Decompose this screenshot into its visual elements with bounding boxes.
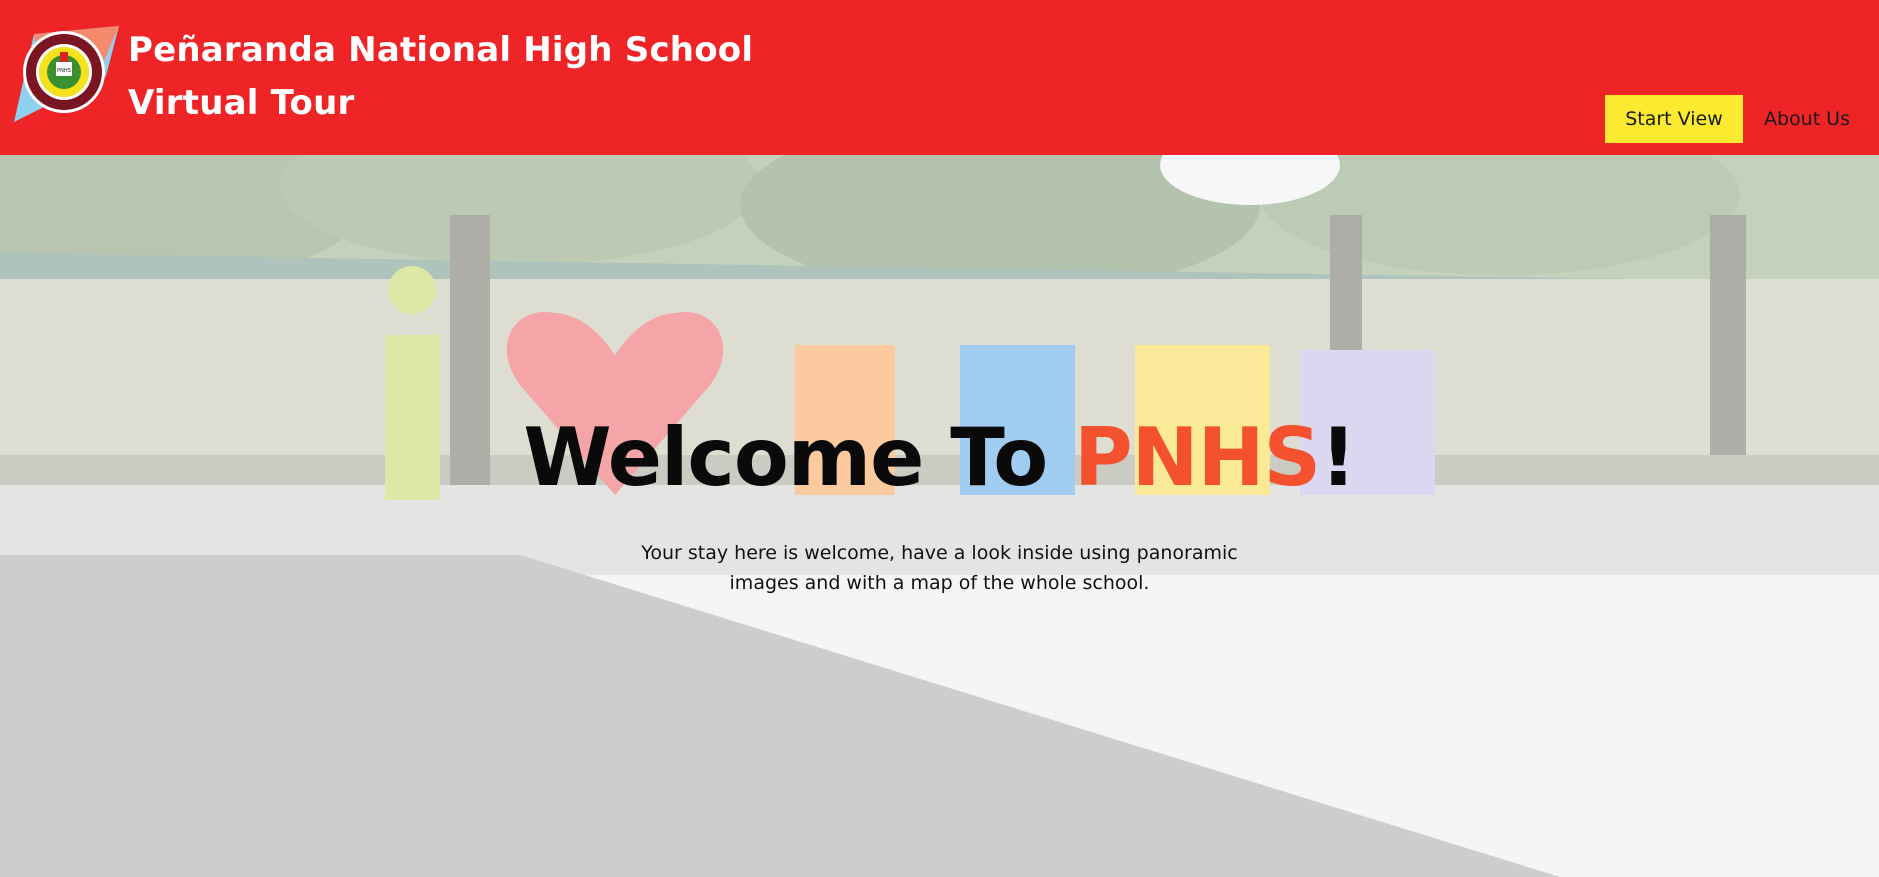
welcome-accent: PNHS [1074, 411, 1321, 504]
site-title: Peñaranda National High School Virtual T… [128, 24, 753, 130]
welcome-heading: Welcome To PNHS! [0, 410, 1879, 506]
subtitle-line2: images and with a map of the whole schoo… [729, 572, 1150, 594]
hero-overlay [0, 155, 1879, 877]
subtitle-line1: Your stay here is welcome, have a look i… [641, 542, 1238, 564]
welcome-prefix: Welcome To [523, 411, 1075, 504]
about-us-link[interactable]: About Us [1743, 95, 1879, 143]
site-header: PNHS Peñaranda National High School Virt… [0, 0, 1879, 155]
welcome-suffix: ! [1320, 411, 1356, 504]
site-title-line2: Virtual Tour [128, 83, 355, 123]
svg-text:PNHS: PNHS [57, 68, 71, 74]
site-title-line1: Peñaranda National High School [128, 30, 754, 70]
start-view-button[interactable]: Start View [1604, 95, 1743, 143]
welcome-subtitle: Your stay here is welcome, have a look i… [0, 538, 1879, 598]
hero-section [0, 155, 1879, 877]
main-nav: Start View About Us [1604, 95, 1879, 143]
school-seal-logo[interactable]: PNHS [14, 26, 120, 122]
